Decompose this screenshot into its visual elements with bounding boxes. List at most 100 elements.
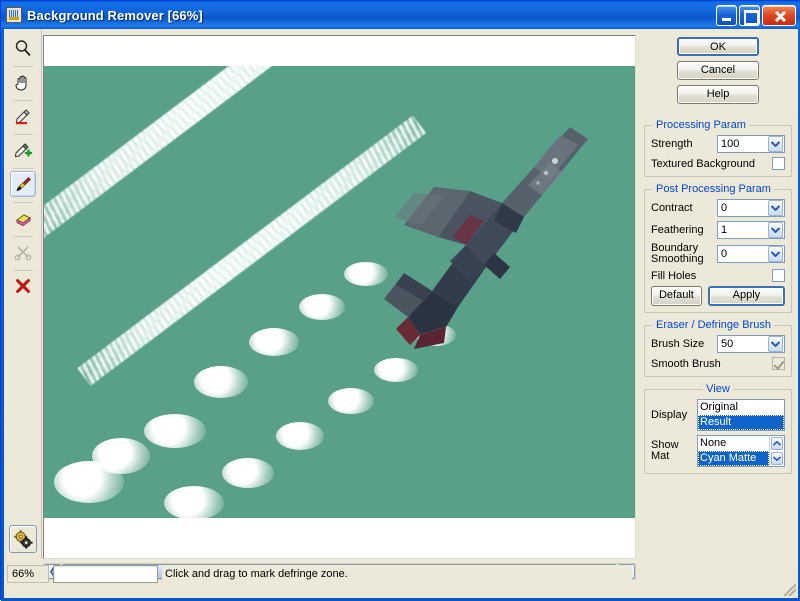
mark-background-tool[interactable] xyxy=(10,103,36,129)
cancel-button[interactable]: Cancel xyxy=(677,61,759,80)
toolbar-separator-5 xyxy=(10,199,36,204)
boundary-smoothing-label: Boundary Smoothing xyxy=(651,243,704,265)
close-button[interactable] xyxy=(762,4,796,26)
strength-label: Strength xyxy=(651,138,693,150)
title-bar: Background Remover [66%] xyxy=(1,1,800,29)
smoke-puff xyxy=(328,388,374,414)
toolbar-separator-4 xyxy=(10,165,36,170)
client-area: ❮ ❯ 66% Click and drag to mark defringe … xyxy=(4,29,798,598)
controls-panel: OK Cancel Help Processing Param Strength… xyxy=(638,29,798,559)
smoke-puff xyxy=(249,328,299,356)
eraser-tool[interactable] xyxy=(10,205,36,231)
chevron-down-icon[interactable] xyxy=(768,246,783,262)
red-x-icon xyxy=(15,279,30,293)
smoke-puff xyxy=(164,486,224,518)
textured-background-label: Textured Background xyxy=(651,157,755,170)
brush-size-combo[interactable]: 50 xyxy=(717,335,785,353)
feathering-row: Feathering 1 xyxy=(651,221,785,239)
minimize-button[interactable] xyxy=(716,4,737,26)
eraser-defringe-legend: Eraser / Defringe Brush xyxy=(656,319,771,331)
gears-icon xyxy=(14,530,33,549)
contract-combo[interactable]: 0 xyxy=(717,199,785,217)
window-title: Background Remover [66%] xyxy=(27,7,203,23)
application-window: Background Remover [66%] 66% Click and d… xyxy=(0,0,800,601)
textured-background-checkbox[interactable] xyxy=(772,157,785,170)
toolbar-separator-2 xyxy=(10,97,36,102)
mark-foreground-tool[interactable] xyxy=(10,137,36,163)
marker-red-icon xyxy=(15,109,30,125)
settings-button[interactable] xyxy=(9,525,37,553)
status-bar: 66% Click and drag to mark defringe zone… xyxy=(4,563,638,585)
display-items: Original Result xyxy=(698,400,784,430)
chevron-down-icon[interactable] xyxy=(768,200,783,216)
display-option-result[interactable]: Result xyxy=(698,415,784,430)
brush-size-label: Brush Size xyxy=(651,338,705,350)
brush-size-row: Brush Size 50 xyxy=(651,335,785,353)
show-mat-listbox[interactable]: None Cyan Matte xyxy=(697,435,785,467)
apply-button[interactable]: Apply xyxy=(707,286,785,306)
view-group: View Display Original Result Show Mat No… xyxy=(644,383,792,474)
tool-palette xyxy=(4,29,42,559)
fill-holes-label: Fill Holes xyxy=(651,269,697,282)
smoke-puff xyxy=(299,294,345,320)
contract-value: 0 xyxy=(721,202,728,214)
image-canvas[interactable] xyxy=(43,35,636,559)
magnifier-icon xyxy=(15,40,31,57)
feathering-value: 1 xyxy=(721,224,728,236)
brush-icon xyxy=(15,177,31,191)
strength-row: Strength 100 xyxy=(651,135,785,153)
smoke-puff xyxy=(222,458,274,488)
eraser-icon xyxy=(15,214,31,227)
progress-indicator xyxy=(53,565,158,583)
contract-label: Contract xyxy=(651,202,693,214)
smoke-puff xyxy=(92,438,150,474)
default-button[interactable]: Default xyxy=(651,286,702,306)
boundary-smoothing-row: Boundary Smoothing 0 xyxy=(651,243,785,265)
toolbar-separator-6 xyxy=(10,233,36,238)
smoke-puff xyxy=(144,414,206,448)
fill-holes-checkbox[interactable] xyxy=(772,269,785,282)
pan-tool[interactable] xyxy=(10,69,36,95)
toolbar-separator-3 xyxy=(10,131,36,136)
display-label: Display xyxy=(651,409,688,421)
resize-grip[interactable] xyxy=(784,584,796,596)
help-button[interactable]: Help xyxy=(677,85,759,104)
display-option-original[interactable]: Original xyxy=(698,400,784,415)
show-mat-label: Show Mat xyxy=(651,440,679,462)
boundary-smoothing-value: 0 xyxy=(721,248,728,260)
ok-button[interactable]: OK xyxy=(677,37,759,56)
strength-combo[interactable]: 100 xyxy=(717,135,785,153)
defringe-brush-tool[interactable] xyxy=(9,171,36,197)
show-mat-items: None Cyan Matte xyxy=(698,436,769,466)
eraser-defringe-group: Eraser / Defringe Brush Brush Size 50 Sm… xyxy=(644,319,792,377)
app-icon xyxy=(6,7,22,23)
scroll-down-button[interactable] xyxy=(771,452,783,465)
smooth-brush-checkbox xyxy=(772,357,785,370)
image-preview[interactable] xyxy=(44,66,635,518)
toolbar-separator-1 xyxy=(10,63,36,68)
chevron-down-icon[interactable] xyxy=(768,222,783,238)
show-mat-scrollbar[interactable] xyxy=(769,436,784,466)
display-row: Display Original Result xyxy=(651,399,785,431)
chevron-down-icon[interactable] xyxy=(768,336,783,352)
fill-holes-row: Fill Holes xyxy=(651,269,785,282)
post-processing-param-legend: Post Processing Param xyxy=(656,183,771,195)
display-listbox[interactable]: Original Result xyxy=(697,399,785,431)
zoom-tool[interactable] xyxy=(10,35,36,61)
brush-size-value: 50 xyxy=(721,338,734,350)
show-mat-option-cyan-matte[interactable]: Cyan Matte xyxy=(698,451,769,466)
processing-param-group: Processing Param Strength 100 Textured B… xyxy=(644,119,792,177)
boundary-smoothing-combo[interactable]: 0 xyxy=(717,245,785,263)
smoke-puff xyxy=(374,358,418,382)
show-mat-row: Show Mat None Cyan Matte xyxy=(651,435,785,467)
delete-tool[interactable] xyxy=(10,273,36,299)
window-controls xyxy=(716,4,799,26)
textured-background-row: Textured Background xyxy=(651,157,785,170)
boundary-smoothing-label-line2: Smoothing xyxy=(651,253,704,265)
scroll-up-button[interactable] xyxy=(771,437,783,450)
feathering-combo[interactable]: 1 xyxy=(717,221,785,239)
view-legend: View xyxy=(706,383,730,395)
show-mat-option-none[interactable]: None xyxy=(698,436,769,451)
chevron-down-icon[interactable] xyxy=(768,136,783,152)
maximize-button[interactable] xyxy=(739,4,760,26)
